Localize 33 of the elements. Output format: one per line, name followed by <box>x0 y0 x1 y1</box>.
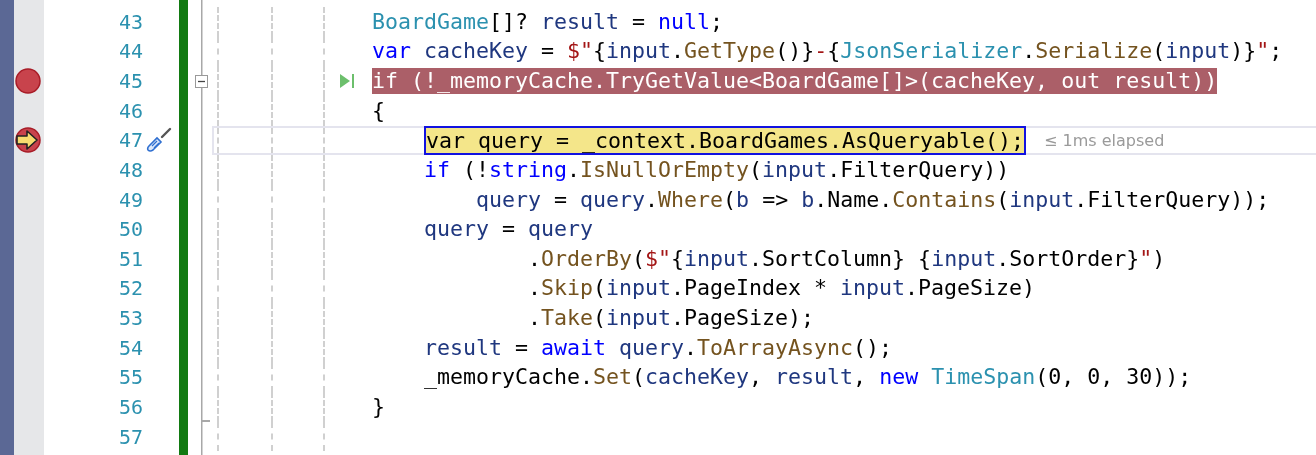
line-number: 57 <box>118 424 143 449</box>
line-number: 48 <box>118 157 143 182</box>
line-number: 44 <box>118 39 143 64</box>
line-number: 50 <box>118 217 143 242</box>
line-number: 55 <box>118 365 143 390</box>
code-line: if (!string.IsNullOrEmpty(input.FilterQuery)) <box>424 156 1010 183</box>
code-line: query = query.Where(b => b.Name.Contains(input.FilterQuery)); <box>476 186 1270 213</box>
code-line: { <box>372 97 385 124</box>
code-line: _memoryCache.Set(cacheKey, result, new TimeSpan(0, 0, 30)); <box>424 364 1192 391</box>
line-number: 56 <box>118 394 143 419</box>
screwdriver-icon[interactable] <box>146 127 172 154</box>
elapsed-time-hint: ≤ 1ms elapsed <box>1044 130 1165 150</box>
code-line: .Take(input.PageSize); <box>528 305 815 332</box>
line-number: 52 <box>118 276 143 301</box>
code-line: var cacheKey = $"{input.GetType()}-{JsonSerializer.Serialize(input)}"; <box>372 38 1283 65</box>
code-line: result = await query.ToArrayAsync(); <box>424 334 893 361</box>
code-line: BoardGame[]? result = null; <box>372 8 724 35</box>
line-number: 43 <box>118 9 143 34</box>
line-number: 47 <box>118 128 143 153</box>
code-line: query = query <box>424 216 594 243</box>
breakpoint-margin[interactable] <box>14 0 44 455</box>
breakpoint-icon[interactable] <box>15 68 41 95</box>
line-number: 53 <box>118 306 143 331</box>
line-number: 54 <box>118 335 143 360</box>
line-number: 46 <box>118 98 143 123</box>
code-line: .Skip(input.PageIndex * input.PageSize) <box>528 275 1036 302</box>
arrow-icon[interactable] <box>15 127 41 154</box>
line-number: 49 <box>118 187 143 212</box>
line-number: 45 <box>118 69 143 94</box>
code-line: .OrderBy($"{input.SortColumn} {input.SortOrder}") <box>528 245 1166 272</box>
line-number: 51 <box>118 246 143 271</box>
code-line: } <box>372 393 385 420</box>
collapse-toggle[interactable] <box>195 74 208 88</box>
